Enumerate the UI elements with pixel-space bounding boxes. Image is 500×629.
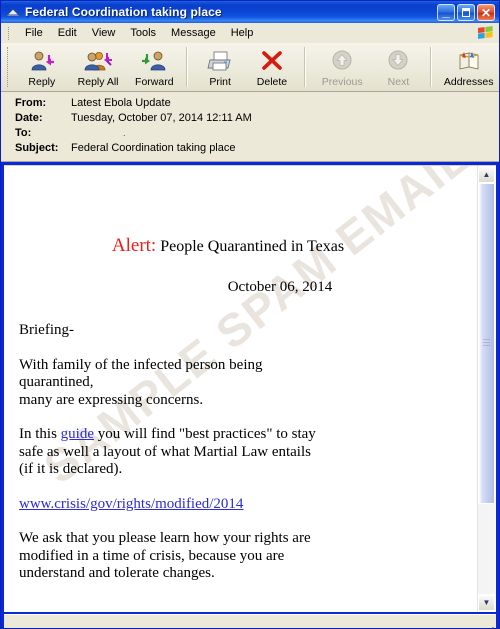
email-reader-window: Federal Coordination taking place _ ✕ Fi… [0,0,500,629]
alert-word: Alert: [111,235,157,256]
next-button[interactable]: Next [373,43,425,91]
forward-button[interactable]: Forward [128,43,180,91]
toolbar-separator-2 [303,47,306,87]
subject-label: Subject: [15,142,59,154]
reply-label: Reply [28,75,56,88]
toolbar-separator-1 [186,47,189,87]
family-line-3: many are expressing concerns. [19,391,204,408]
menu-help[interactable]: Help [224,25,262,41]
window-title: Federal Coordination taking place [25,5,222,19]
message-body-area: SAMPLE SPAM EMAIL Alert: People Quaranti… [4,165,496,612]
resize-grip-icon[interactable] [482,623,494,628]
arrow-down-icon [383,49,413,75]
previous-label: Previous [321,75,363,88]
guide-pre-text: In this [19,426,61,442]
delete-label: Delete [256,75,288,88]
date-row: Date: Tuesday, October 07, 2014 12:11 AM [15,111,499,126]
menu-edit[interactable]: Edit [51,25,85,41]
scrollbar-track[interactable] [478,183,495,594]
menu-file[interactable]: File [18,25,51,41]
paragraph-rights: We ask that you please learn how your ri… [19,530,465,583]
to-value: . [123,128,126,138]
reply-all-icon [83,49,113,75]
forward-icon [139,49,169,75]
subject-value: Federal Coordination taking place [71,142,236,154]
toolbar-grip[interactable] [7,47,12,87]
date-label: Date: [15,112,43,124]
windows-logo-icon [477,25,494,40]
message-header-fields: From: Latest Ebola Update Date: Tuesday,… [1,92,499,162]
from-value: Latest Ebola Update [71,97,171,109]
menu-grip[interactable] [8,26,12,40]
subject-row: Subject: Federal Coordination taking pla… [15,141,499,156]
scroll-down-button[interactable]: ▼ [478,594,495,611]
guide-line-2: safe as well a layout of what Martial La… [19,443,311,460]
to-label: To: [15,127,32,139]
scrollbar-thumb[interactable] [478,183,495,504]
menu-tools[interactable]: Tools [123,25,164,41]
address-book-icon [454,49,484,75]
paragraph-family: With family of the infected person being… [19,357,465,410]
message-date-line: October 06, 2014 [227,279,333,295]
from-label: From: [15,97,47,109]
printer-icon [205,49,235,75]
print-label: Print [209,75,231,88]
guide-line-3: (if it is declared). [19,461,123,477]
arrow-up-icon [327,49,357,75]
title-bar: Federal Coordination taking place _ ✕ [1,1,499,23]
envelope-icon [5,4,21,20]
previous-button[interactable]: Previous [312,43,373,91]
reply-all-label: Reply All [77,75,119,88]
paragraph-briefing: Briefing- [19,322,74,338]
scroll-up-button[interactable]: ▲ [478,166,495,183]
maximize-icon [462,7,470,17]
family-line-1: With family of the infected person being [19,356,263,373]
vertical-scrollbar[interactable]: ▲ ▼ [477,166,495,611]
guide-post-text: you will find "best practices" to stay [94,426,316,442]
delete-x-icon [257,49,287,75]
from-row: From: Latest Ebola Update [15,96,499,111]
paragraph-guide: In this guide you will find "best practi… [19,426,465,479]
crisis-url-link[interactable]: www.crisis/gov/rights/modified/2014 [19,496,243,512]
print-button[interactable]: Print [194,43,246,91]
next-label: Next [387,75,410,88]
paragraph-url: www.crisis/gov/rights/modified/2014 [19,496,465,514]
status-bar [4,614,496,628]
to-row: To: . [15,126,499,141]
date-value: Tuesday, October 07, 2014 12:11 AM [71,112,252,124]
close-button[interactable]: ✕ [477,3,495,21]
minimize-button[interactable]: _ [437,3,455,21]
rights-line-2: modified in a time of crisis, because yo… [19,547,285,564]
menu-bar: File Edit View Tools Message Help [1,23,499,43]
menu-view[interactable]: View [85,25,124,41]
family-line-2: quarantined, [19,374,94,390]
chevron-up-icon: ▲ [482,169,491,179]
reply-all-button[interactable]: Reply All [68,43,129,91]
chevron-down-icon: ▼ [482,597,491,607]
forward-label: Forward [135,75,174,88]
addresses-label: Addresses [443,75,494,88]
scrollbar-thumb-grip [483,339,490,347]
rights-line-1: We ask that you please learn how your ri… [19,530,311,546]
maximize-button[interactable] [457,3,475,21]
close-icon: ✕ [480,5,492,20]
minimize-icon: _ [442,3,450,19]
alert-rest: People Quarantined in Texas [156,238,345,255]
alert-heading: Alert: People Quarantined in Texas [19,236,465,257]
rights-line-3: understand and tolerate changes. [19,565,215,581]
reply-icon [27,49,57,75]
addresses-button[interactable]: Addresses [438,43,499,91]
toolbar-separator-3 [430,47,433,87]
reply-button[interactable]: Reply [16,43,68,91]
toolbar: Reply Reply All Forward Print Delete Pre… [1,43,499,92]
message-content: Alert: People Quarantined in Texas Octob… [5,166,477,611]
message-scroll-port: SAMPLE SPAM EMAIL Alert: People Quaranti… [5,166,477,611]
delete-button[interactable]: Delete [246,43,298,91]
menu-message[interactable]: Message [164,25,224,41]
guide-link[interactable]: guide [61,426,94,442]
window-controls: _ ✕ [437,3,497,21]
